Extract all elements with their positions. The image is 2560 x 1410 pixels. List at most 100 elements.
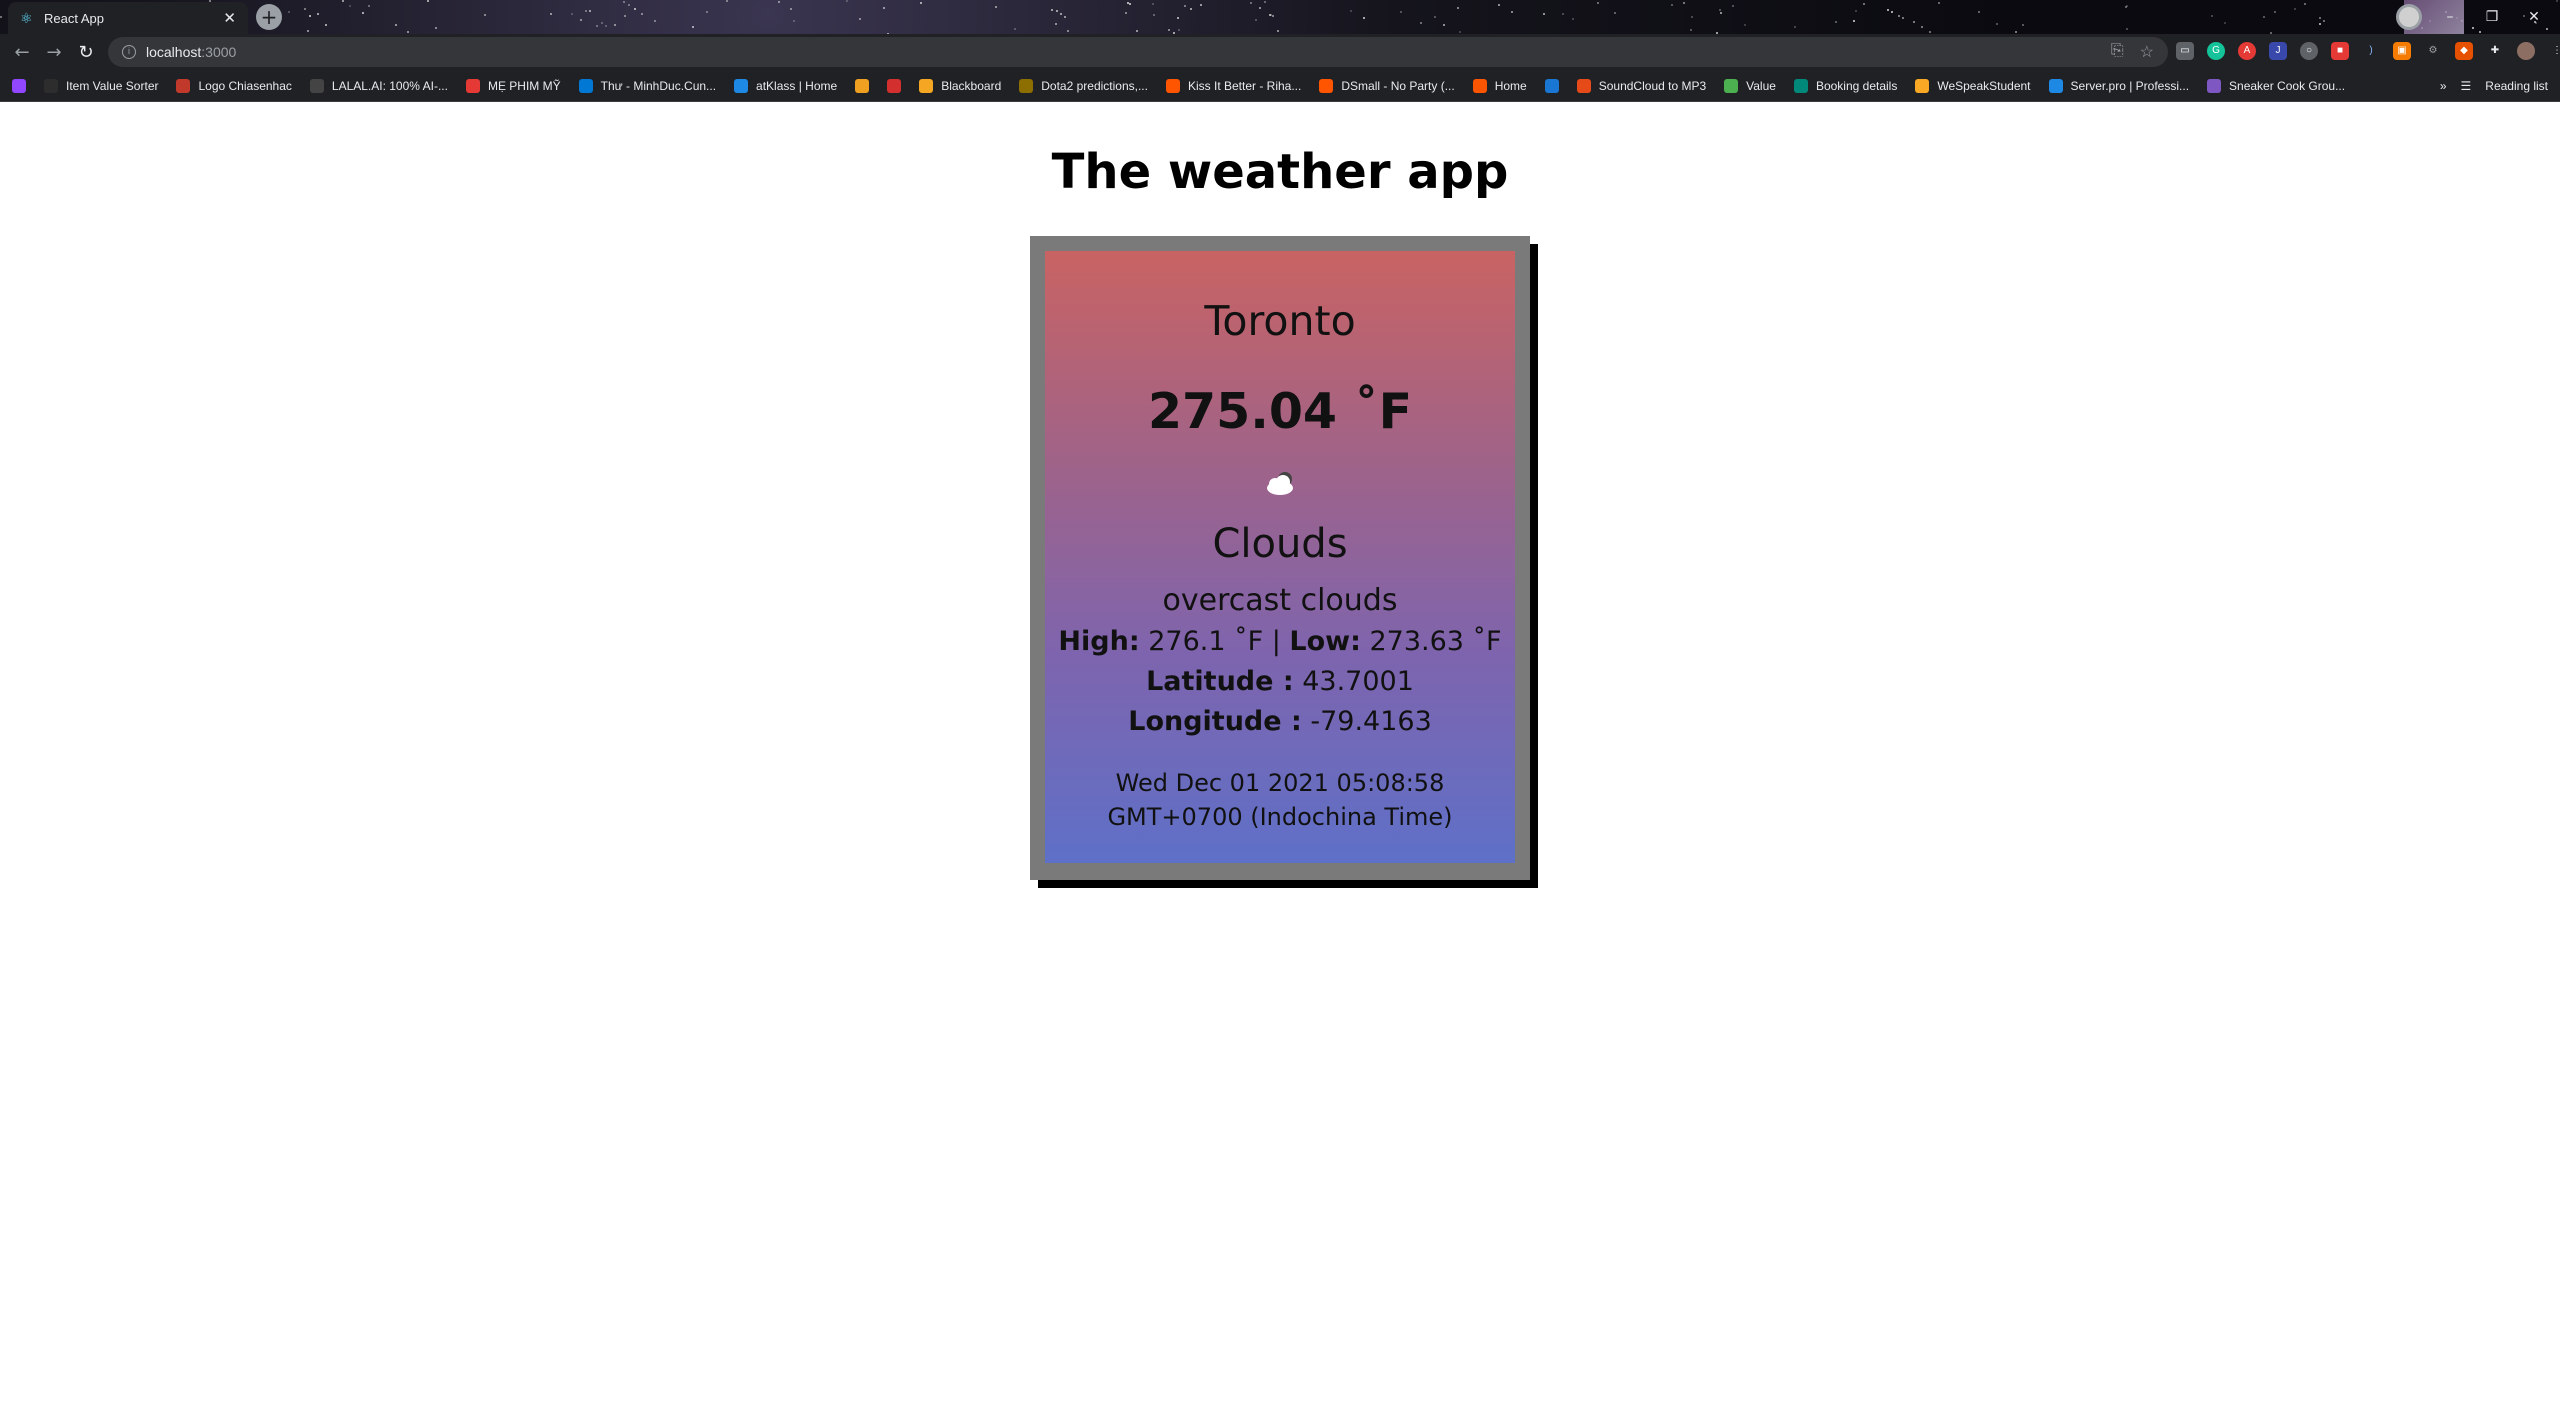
star-decoration (317, 13, 319, 15)
bookmark-favicon-icon (1793, 78, 1808, 93)
bookmark-item[interactable]: Value (1724, 78, 1776, 93)
react-favicon-icon: ⚛ (20, 10, 33, 26)
bookmark-label: LALAL.AI: 100% AI-... (331, 78, 448, 93)
star-decoration (995, 6, 997, 8)
bookmark-label: Home (1494, 78, 1527, 93)
puzzle-icon[interactable]: ✚ (2486, 42, 2504, 60)
bookmark-item[interactable]: DSmall - No Party (... (1319, 78, 1455, 93)
circle-extension-icon[interactable]: ○ (2300, 42, 2318, 60)
url-port: :3000 (201, 44, 237, 60)
star-decoration (1255, 19, 1257, 21)
bookmark-favicon-icon (919, 78, 934, 93)
star-decoration (288, 11, 290, 13)
star-decoration (1902, 17, 1904, 19)
bookmark-item[interactable] (1544, 78, 1559, 93)
star-decoration (1732, 5, 1734, 7)
bookmark-item[interactable]: Home (1472, 78, 1527, 93)
metamask-extension-icon[interactable]: ◆ (2455, 42, 2473, 60)
bookmark-item[interactable]: atKlass | Home (734, 78, 837, 93)
bookmark-label: Kiss It Better - Riha... (1187, 78, 1302, 93)
orange-extension-icon[interactable]: ▣ (2393, 42, 2411, 60)
star-decoration (1259, 7, 1261, 9)
star-decoration (793, 20, 795, 22)
extensions-row: ▭ G A J ○ ■ ) ▣ ⚙ ◆ ✚ ⋮ (2176, 42, 2560, 60)
bookmarks-right: » ☰ Reading list (2427, 70, 2548, 101)
bookmark-favicon-icon (1576, 78, 1591, 93)
bookmark-item[interactable]: Kiss It Better - Riha... (1165, 78, 1302, 93)
bookmark-item[interactable]: Blackboard (919, 78, 1001, 93)
bookmark-star-icon[interactable]: ☆ (2140, 42, 2154, 62)
avatar[interactable] (2517, 42, 2535, 60)
star-decoration (1498, 4, 1500, 6)
bookmark-item[interactable]: Logo Chiasenhac (176, 78, 292, 93)
star-decoration (349, 5, 351, 7)
star-decoration (1744, 24, 1746, 26)
bookmark-item[interactable]: MẸ PHIM MỸ (465, 78, 561, 93)
star-decoration (2304, 3, 2306, 5)
restore-icon[interactable]: ❐ (2478, 9, 2506, 25)
minimize-icon[interactable]: – (2436, 9, 2464, 25)
more-bookmarks-icon[interactable]: » (2440, 79, 2447, 93)
close-window-icon[interactable]: ✕ (2520, 9, 2548, 25)
weather-card-frame: Toronto 275.04 ˚F Clouds overcast clouds… (1030, 236, 1530, 880)
star-decoration (859, 18, 861, 20)
gear-extension-icon[interactable]: ⚙ (2424, 42, 2442, 60)
star-decoration (1434, 16, 1436, 18)
grammarly-extension-icon[interactable]: G (2207, 42, 2225, 60)
star-decoration (407, 31, 409, 33)
star-decoration (1719, 9, 1721, 11)
bookmark-item[interactable]: WeSpeakStudent (1915, 78, 2031, 93)
star-decoration (2319, 23, 2321, 25)
star-decoration (571, 13, 573, 15)
url-host: localhost (146, 44, 202, 60)
star-decoration (580, 19, 582, 21)
red-extension-icon[interactable]: ■ (2331, 42, 2349, 60)
bookmark-item[interactable]: LALAL.AI: 100% AI-... (309, 78, 448, 93)
star-decoration (1921, 26, 1923, 28)
bookmark-item[interactable] (12, 78, 26, 93)
star-decoration (304, 8, 306, 10)
forward-arrow-icon[interactable]: → (38, 42, 70, 63)
star-decoration (1014, 28, 1016, 30)
bookmark-item[interactable]: Dota2 predictions,... (1019, 78, 1148, 93)
reading-list-button[interactable]: Reading list (2485, 79, 2548, 93)
tab-react-app[interactable]: ⚛ React App ✕ (8, 2, 248, 34)
bookmark-item[interactable] (855, 78, 870, 93)
bookmark-label: Value (1746, 78, 1776, 93)
bookmark-item[interactable]: Server.pro | Professi... (2048, 78, 2189, 93)
star-decoration (1671, 4, 1673, 6)
bookmark-item[interactable]: Item Value Sorter (44, 78, 158, 93)
star-decoration (1794, 26, 1796, 28)
bookmark-item[interactable] (887, 78, 902, 93)
j-extension-icon[interactable]: J (2269, 42, 2287, 60)
bookmark-favicon-icon (1915, 78, 1930, 93)
site-info-icon[interactable]: i (122, 45, 136, 59)
back-arrow-icon[interactable]: ← (6, 42, 38, 63)
star-decoration (1051, 9, 1053, 11)
bookmark-item[interactable]: Thư - MinhDuc.Cun... (578, 78, 716, 93)
bookmark-label: Booking details (1815, 78, 1898, 93)
star-decoration (1929, 31, 1931, 33)
star-decoration (883, 7, 885, 9)
low-label: Low: (1289, 626, 1361, 657)
tab-close-icon[interactable]: ✕ (223, 9, 236, 27)
bookmark-item[interactable]: Sneaker Cook Grou... (2207, 78, 2345, 93)
bookmark-label: DSmall - No Party (... (1341, 78, 1455, 93)
address-bar[interactable]: i localhost:3000 ⎘ ☆ (108, 37, 2168, 67)
translate-icon[interactable]: ⎘ (2111, 42, 2124, 62)
profile-icon[interactable] (2396, 4, 2422, 30)
star-decoration (1125, 12, 1127, 14)
reload-icon[interactable]: ↻ (70, 42, 102, 63)
adblock-extension-icon[interactable]: A (2238, 42, 2256, 60)
bookmark-label: WeSpeakStudent (1937, 78, 2031, 93)
star-decoration (1459, 31, 1461, 33)
new-tab-button[interactable]: + (256, 4, 282, 30)
star-decoration (484, 14, 486, 16)
bookmark-item[interactable]: Booking details (1793, 78, 1898, 93)
menu-kebab-icon[interactable]: ⋮ (2548, 42, 2560, 60)
screenshot-extension-icon[interactable]: ▭ (2176, 42, 2194, 60)
star-decoration (1272, 15, 1274, 17)
bookmark-item[interactable]: SoundCloud to MP3 (1576, 78, 1706, 93)
audio-extension-icon[interactable]: ) (2362, 42, 2380, 60)
star-decoration (342, 0, 344, 2)
